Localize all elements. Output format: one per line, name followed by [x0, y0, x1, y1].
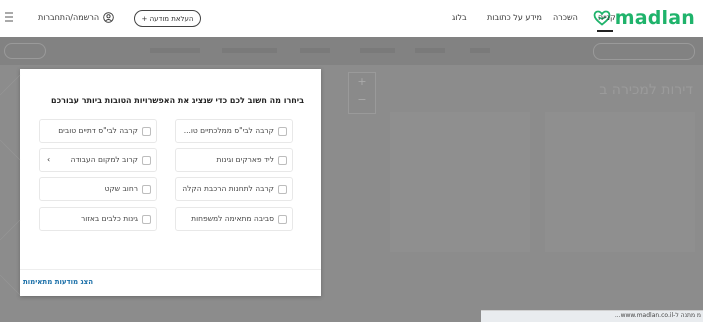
login-button[interactable]: הרשמה/התחברות [38, 12, 114, 23]
option-light-rail[interactable]: קרבה לתחנות הרכבת הקלה [175, 177, 293, 201]
preferences-modal: ביחרו מה חשוב לכם כדי שנציג את האפשרויות… [20, 69, 321, 296]
option-label: קרבה לתחנות הרכבת הקלה [182, 184, 274, 193]
publish-listing-button[interactable]: + העלאת מודעה [134, 10, 201, 27]
filter-item[interactable] [360, 48, 395, 53]
modal-footer: הצג מודעות מתאימות [20, 269, 321, 296]
checkbox[interactable] [142, 127, 151, 136]
option-parks[interactable]: ליד פארקים וגינות [175, 148, 293, 172]
page-title: דירות למכירה ב [599, 82, 693, 98]
location-search-input[interactable] [593, 43, 695, 60]
checkbox[interactable] [278, 185, 287, 194]
option-family-friendly[interactable]: סביבה מתאימה למשפחות [175, 207, 293, 231]
option-label: קרבה לבי"ס דתיים טובים [58, 126, 138, 135]
filter-save-button[interactable] [4, 43, 46, 59]
listing-card[interactable] [545, 112, 695, 252]
option-near-work[interactable]: קרוב למקום העבודה ‹ [39, 148, 157, 172]
option-label: גינות כלבים באזור [81, 214, 138, 223]
zoom-in-icon[interactable]: + [349, 73, 375, 91]
browser-status-bar: ...www.madlan.co.il-מ מתנה ל [481, 310, 703, 322]
logo-text: madlan [614, 7, 695, 29]
option-label: רחוב שקט [104, 184, 138, 193]
checkbox[interactable] [142, 215, 151, 224]
modal-title: ביחרו מה חשוב לכם כדי שנציג את האפשרויות… [51, 96, 304, 105]
option-label: קרוב למקום העבודה [70, 155, 138, 164]
filter-item[interactable] [470, 48, 490, 53]
option-quiet-street[interactable]: רחוב שקט [39, 177, 157, 201]
top-navigation-bar: madlan קנייה השכרה מידע על כתובות בלוג +… [0, 0, 703, 38]
menu-icon[interactable] [5, 12, 13, 22]
filter-item[interactable] [415, 48, 445, 53]
option-label: סביבה מתאימה למשפחות [191, 214, 274, 223]
listing-card[interactable] [390, 112, 530, 252]
checkbox[interactable] [142, 185, 151, 194]
option-label: ליד פארקים וגינות [216, 155, 275, 164]
zoom-out-icon[interactable]: − [349, 91, 375, 109]
checkbox[interactable] [142, 156, 151, 165]
show-matching-listings-link[interactable]: הצג מודעות מתאימות [23, 278, 93, 286]
filter-item[interactable] [150, 48, 200, 53]
checkbox[interactable] [278, 215, 287, 224]
option-dog-parks[interactable]: גינות כלבים באזור [39, 207, 157, 231]
publish-listing-label: + העלאת מודעה [141, 14, 194, 23]
filter-bar [0, 37, 703, 65]
nav-active-indicator [597, 30, 613, 32]
option-state-schools[interactable]: קרבה לבי"ס ממלכתיים טו... [175, 119, 293, 143]
nav-item-address-info[interactable]: מידע על כתובות [487, 13, 542, 22]
checkbox[interactable] [278, 127, 287, 136]
user-icon [103, 12, 114, 23]
checkbox[interactable] [278, 156, 287, 165]
filter-item[interactable] [300, 48, 330, 53]
map-zoom-control[interactable]: + − [348, 72, 376, 114]
option-label: קרבה לבי"ס ממלכתיים טו... [183, 126, 274, 135]
nav-item-buy[interactable]: קנייה [598, 13, 616, 22]
nav-item-rent[interactable]: השכרה [553, 13, 578, 22]
nav-item-blog[interactable]: בלוג [452, 13, 467, 22]
chevron-left-icon[interactable]: ‹ [47, 155, 50, 164]
option-religious-schools[interactable]: קרבה לבי"ס דתיים טובים [39, 119, 157, 143]
login-label: הרשמה/התחברות [38, 13, 100, 22]
filter-item[interactable] [222, 48, 277, 53]
status-url: ...www.madlan.co.il-מ מתנה ל [614, 312, 701, 319]
